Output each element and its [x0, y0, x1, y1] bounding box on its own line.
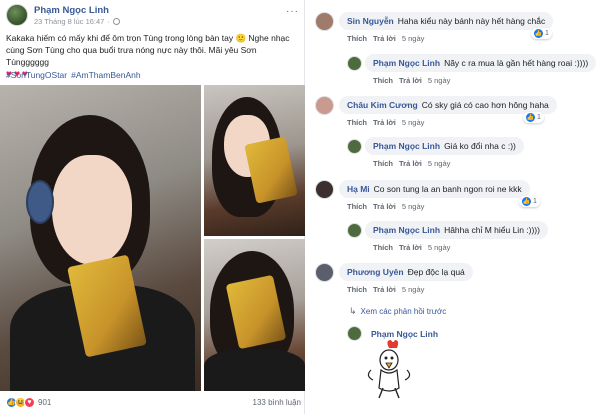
globe-icon — [112, 18, 120, 25]
commenter-name[interactable]: Châu Kim Cương — [347, 100, 418, 110]
comment-actions: Thích Trả lời 5 ngày — [373, 76, 450, 85]
like-count: 1 — [545, 30, 549, 37]
reply-link[interactable]: Trả lời — [373, 118, 396, 127]
comment-bubble: Hạ Mi Co son tung la an banh ngon roi ne … — [339, 180, 530, 198]
comments-panel: Sin Nguyễn Haha kiểu này bánh này hết hàn… — [305, 0, 600, 414]
commenter-name[interactable]: Phạm Ngọc Linh — [373, 141, 440, 151]
comment-count[interactable]: 133 bình luận — [253, 398, 302, 407]
photo-top-right[interactable] — [204, 85, 305, 236]
comment-bubble: Phạm Ngọc Linh Giá ko đổi nha c :)) — [365, 137, 524, 155]
post-card: Phạm Ngọc Linh 23 Tháng 8 lúc 16:47 · ··… — [0, 0, 305, 414]
comment-bubble: Phạm Ngọc Linh Nãy c ra mua là gần hết hà… — [365, 54, 597, 72]
comment-text: Giá ko đổi nha c :)) — [444, 141, 516, 151]
reply-arrow-icon: ↳ — [349, 306, 357, 316]
like-link[interactable]: Thích — [347, 118, 367, 127]
post-footer: 👍 😆 ♥ 901 133 bình luận — [6, 394, 301, 410]
view-previous-replies[interactable]: ↳ Xem các phản hồi trước — [349, 306, 446, 317]
like-link[interactable]: Thích — [347, 34, 367, 43]
view-previous-label[interactable]: Xem các phản hồi trước — [361, 307, 447, 316]
post-meta: 23 Tháng 8 lúc 16:47 · — [34, 17, 120, 26]
like-link[interactable]: Thích — [347, 202, 367, 211]
like-count: 1 — [533, 198, 537, 205]
comment-time[interactable]: 5 ngày — [428, 159, 451, 168]
comment-actions: Thích Trả lời 5 ngày — [347, 118, 424, 127]
comment-actions: Thích Trả lời 5 ngày — [373, 243, 450, 252]
reaction-count[interactable]: 901 — [38, 398, 51, 407]
comment-text: Co son tung la an banh ngon roi ne kkk — [373, 184, 522, 194]
commenter-avatar[interactable] — [315, 263, 334, 282]
reply-link[interactable]: Trả lời — [373, 34, 396, 43]
like-icon: 👍 — [534, 29, 543, 38]
commenter-name[interactable]: Sin Nguyễn — [347, 16, 394, 26]
comment-like-badge[interactable]: 👍 1 — [519, 196, 540, 207]
photo-main[interactable] — [0, 85, 201, 391]
commenter-avatar[interactable] — [347, 56, 362, 71]
comment-text: Hâhha chỉ M hiểu Lin :)))) — [444, 225, 540, 235]
commenter-avatar[interactable] — [347, 139, 362, 154]
photo-grid — [0, 85, 305, 391]
love-reaction-icon: ♥ — [24, 396, 35, 408]
commenter-avatar[interactable] — [347, 223, 362, 238]
commenter-name[interactable]: Hạ Mi — [347, 184, 370, 194]
comment-actions: Thích Trả lời 5 ngày — [347, 34, 424, 43]
like-link[interactable]: Thích — [373, 76, 393, 85]
comment-bubble: Châu Kim Cương Có sky giá có cao hơn hông… — [339, 96, 557, 114]
author-avatar[interactable] — [6, 4, 28, 26]
comment-text: Đẹp độc lạ quá — [407, 267, 465, 277]
like-count: 1 — [537, 114, 541, 121]
shirt-shape — [204, 349, 305, 391]
author-name[interactable]: Phạm Ngọc Linh — [34, 5, 109, 16]
comment-actions: Thích Trả lời 5 ngày — [373, 159, 450, 168]
reply-link[interactable]: Trả lời — [373, 285, 396, 294]
like-link[interactable]: Thích — [347, 285, 367, 294]
comment-like-badge[interactable]: 👍 1 — [531, 28, 552, 39]
face-shape — [52, 155, 132, 265]
comment-actions: Thích Trả lời 5 ngày — [347, 285, 424, 294]
hashtags: #SonTungOStar #AmThamBenAnh — [6, 70, 141, 80]
post-timestamp[interactable]: 23 Tháng 8 lúc 16:47 — [34, 17, 104, 26]
comment-text: Nãy c ra mua là gần hết hàng roai :)))) — [444, 58, 589, 68]
commenter-name[interactable]: Phạm Ngọc Linh — [373, 58, 440, 68]
commenter-avatar[interactable] — [315, 180, 334, 199]
reply-link[interactable]: Trả lời — [399, 243, 422, 252]
comment-time[interactable]: 5 ngày — [402, 34, 425, 43]
separator: · — [107, 17, 110, 26]
commenter-avatar[interactable] — [315, 12, 334, 31]
commenter-avatar[interactable] — [347, 326, 362, 341]
like-link[interactable]: Thích — [373, 159, 393, 168]
commenter-avatar[interactable] — [315, 96, 334, 115]
like-icon: 👍 — [526, 113, 535, 122]
comment-bubble: Phạm Ngọc Linh Hâhha chỉ M hiểu Lin :)))) — [365, 221, 548, 239]
post-body: Kakaka hiếm có mấy khi để ôm trọn Tùng t… — [6, 33, 290, 67]
post-header: Phạm Ngọc Linh 23 Tháng 8 lúc 16:47 · ··… — [6, 4, 301, 28]
reply-link[interactable]: Trả lời — [373, 202, 396, 211]
comment-time[interactable]: 5 ngày — [402, 202, 425, 211]
comment-like-badge[interactable]: 👍 1 — [523, 112, 544, 123]
comment-time[interactable]: 5 ngày — [402, 285, 425, 294]
comment-actions: Thích Trả lời 5 ngày — [347, 202, 424, 211]
photo-bottom-right[interactable] — [204, 239, 305, 391]
comment-time[interactable]: 5 ngày — [428, 243, 451, 252]
headphone-shape — [26, 180, 54, 224]
like-icon: 👍 — [522, 197, 531, 206]
comment-bubble: Sin Nguyễn Haha kiểu này bánh này hết hàn… — [339, 12, 554, 30]
hashtag-link[interactable]: #AmThamBenAnh — [71, 70, 140, 80]
comment-text: Có sky giá có cao hơn hông haha — [421, 100, 549, 110]
comment-time[interactable]: 5 ngày — [428, 76, 451, 85]
commenter-name[interactable]: Phương Uyên — [347, 267, 404, 277]
post-menu-icon[interactable]: ··· — [286, 6, 299, 17]
hashtag-link[interactable]: #SonTungOStar — [6, 70, 67, 80]
commenter-name[interactable]: Phạm Ngọc Linh — [373, 225, 440, 235]
comment-bubble: Phương Uyên Đẹp độc lạ quá — [339, 263, 473, 281]
comment-text: Haha kiểu này bánh này hết hàng chắc — [397, 16, 546, 26]
reactions[interactable]: 👍 😆 ♥ 901 — [6, 396, 51, 408]
chicken-sticker-icon — [367, 340, 411, 399]
commenter-name[interactable]: Phạm Ngọc Linh — [371, 329, 438, 339]
reply-link[interactable]: Trả lời — [399, 159, 422, 168]
reply-link[interactable]: Trả lời — [399, 76, 422, 85]
comment-time[interactable]: 5 ngày — [402, 118, 425, 127]
like-link[interactable]: Thích — [373, 243, 393, 252]
